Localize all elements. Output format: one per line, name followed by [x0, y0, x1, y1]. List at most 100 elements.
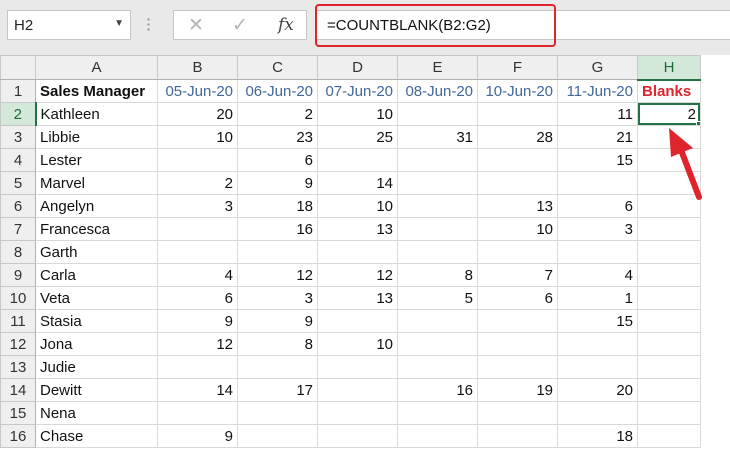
row-header[interactable]: 11 — [0, 309, 36, 333]
cell-b15[interactable] — [157, 401, 238, 425]
cell-f13[interactable] — [477, 355, 558, 379]
cell-g7[interactable]: 3 — [557, 217, 638, 241]
cell-f9[interactable]: 7 — [477, 263, 558, 287]
cell-b2[interactable]: 20 — [157, 102, 238, 126]
enter-check-icon[interactable]: ✓ — [232, 14, 248, 37]
cell-e10[interactable]: 5 — [397, 286, 478, 310]
cell-a5[interactable]: Marvel — [35, 171, 158, 195]
cell-a12[interactable]: Jona — [35, 332, 158, 356]
cell-g14[interactable]: 20 — [557, 378, 638, 402]
row-header[interactable]: 6 — [0, 194, 36, 218]
cell-b10[interactable]: 6 — [157, 286, 238, 310]
column-header-a[interactable]: A — [35, 55, 158, 80]
cell-h1[interactable]: Blanks — [637, 79, 701, 103]
cell-g13[interactable] — [557, 355, 638, 379]
cell-g3[interactable]: 21 — [557, 125, 638, 149]
cell-e11[interactable] — [397, 309, 478, 333]
cell-e1[interactable]: 08-Jun-20 — [397, 79, 478, 103]
cell-b13[interactable] — [157, 355, 238, 379]
cell-c11[interactable]: 9 — [237, 309, 318, 333]
cell-c3[interactable]: 23 — [237, 125, 318, 149]
cell-b12[interactable]: 12 — [157, 332, 238, 356]
cell-a16[interactable]: Chase — [35, 424, 158, 448]
cell-d14[interactable] — [317, 378, 398, 402]
cell-d9[interactable]: 12 — [317, 263, 398, 287]
row-header[interactable]: 14 — [0, 378, 36, 402]
cell-f3[interactable]: 28 — [477, 125, 558, 149]
cell-a9[interactable]: Carla — [35, 263, 158, 287]
cell-a8[interactable]: Garth — [35, 240, 158, 264]
cell-b5[interactable]: 2 — [157, 171, 238, 195]
cell-c14[interactable]: 17 — [237, 378, 318, 402]
cell-c1[interactable]: 06-Jun-20 — [237, 79, 318, 103]
cell-c5[interactable]: 9 — [237, 171, 318, 195]
cell-d7[interactable]: 13 — [317, 217, 398, 241]
cell-e5[interactable] — [397, 171, 478, 195]
cell-f11[interactable] — [477, 309, 558, 333]
cell-g6[interactable]: 6 — [557, 194, 638, 218]
row-header[interactable]: 7 — [0, 217, 36, 241]
cell-b11[interactable]: 9 — [157, 309, 238, 333]
cell-h3[interactable] — [637, 125, 701, 149]
cell-g9[interactable]: 4 — [557, 263, 638, 287]
cell-c6[interactable]: 18 — [237, 194, 318, 218]
cell-g11[interactable]: 15 — [557, 309, 638, 333]
cell-a3[interactable]: Libbie — [35, 125, 158, 149]
cell-c13[interactable] — [237, 355, 318, 379]
column-header-d[interactable]: D — [317, 55, 398, 80]
cell-g5[interactable] — [557, 171, 638, 195]
cell-h2[interactable]: 2 — [637, 102, 701, 126]
cell-g10[interactable]: 1 — [557, 286, 638, 310]
row-header[interactable]: 8 — [0, 240, 36, 264]
cell-g15[interactable] — [557, 401, 638, 425]
row-header[interactable]: 13 — [0, 355, 36, 379]
cell-f5[interactable] — [477, 171, 558, 195]
cell-a10[interactable]: Veta — [35, 286, 158, 310]
cell-f12[interactable] — [477, 332, 558, 356]
cell-d16[interactable] — [317, 424, 398, 448]
cell-h15[interactable] — [637, 401, 701, 425]
column-header-f[interactable]: F — [477, 55, 558, 80]
cell-f7[interactable]: 10 — [477, 217, 558, 241]
cell-c2[interactable]: 2 — [237, 102, 318, 126]
cell-g16[interactable]: 18 — [557, 424, 638, 448]
cell-e16[interactable] — [397, 424, 478, 448]
row-header[interactable]: 16 — [0, 424, 36, 448]
cell-e9[interactable]: 8 — [397, 263, 478, 287]
cell-d8[interactable] — [317, 240, 398, 264]
cell-e15[interactable] — [397, 401, 478, 425]
cancel-icon[interactable]: ✕ — [188, 14, 204, 37]
cell-h14[interactable] — [637, 378, 701, 402]
row-header[interactable]: 9 — [0, 263, 36, 287]
cell-h5[interactable] — [637, 171, 701, 195]
spreadsheet-grid[interactable]: ABCDEFGH 1 Sales Manager 05-Jun-20 06-Jun-2… — [0, 55, 701, 448]
cell-d2[interactable]: 10 — [317, 102, 398, 126]
cell-d10[interactable]: 13 — [317, 286, 398, 310]
cell-c10[interactable]: 3 — [237, 286, 318, 310]
cell-d11[interactable] — [317, 309, 398, 333]
cell-h10[interactable] — [637, 286, 701, 310]
cell-d12[interactable]: 10 — [317, 332, 398, 356]
row-header[interactable]: 4 — [0, 148, 36, 172]
cell-h16[interactable] — [637, 424, 701, 448]
cell-b6[interactable]: 3 — [157, 194, 238, 218]
cell-f1[interactable]: 10-Jun-20 — [477, 79, 558, 103]
cell-d6[interactable]: 10 — [317, 194, 398, 218]
cell-b1[interactable]: 05-Jun-20 — [157, 79, 238, 103]
row-header[interactable]: 10 — [0, 286, 36, 310]
cell-c4[interactable]: 6 — [237, 148, 318, 172]
insert-function-icon[interactable]: fx — [278, 15, 294, 35]
cell-b8[interactable] — [157, 240, 238, 264]
cell-b4[interactable] — [157, 148, 238, 172]
cell-d4[interactable] — [317, 148, 398, 172]
name-box[interactable]: H2 ▼ — [7, 10, 131, 40]
cell-h4[interactable] — [637, 148, 701, 172]
cell-e13[interactable] — [397, 355, 478, 379]
cell-a15[interactable]: Nena — [35, 401, 158, 425]
row-header[interactable]: 12 — [0, 332, 36, 356]
cell-c9[interactable]: 12 — [237, 263, 318, 287]
select-all-corner[interactable] — [0, 55, 36, 80]
cell-h11[interactable] — [637, 309, 701, 333]
cell-h7[interactable] — [637, 217, 701, 241]
cell-h9[interactable] — [637, 263, 701, 287]
